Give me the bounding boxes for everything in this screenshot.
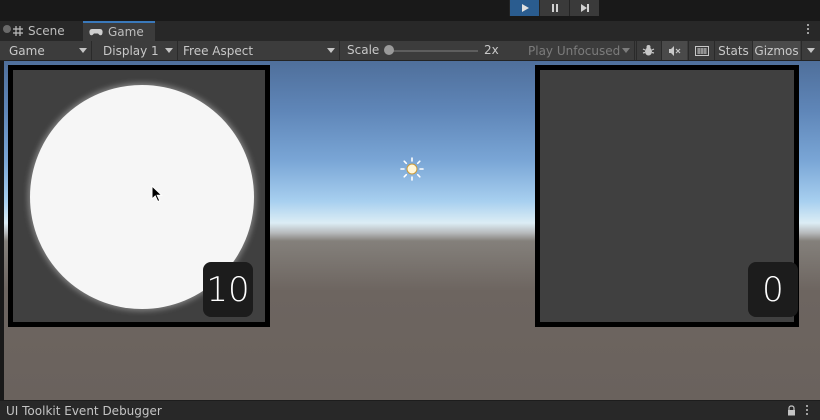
pause-button[interactable] bbox=[539, 0, 569, 16]
chevron-down-icon bbox=[622, 48, 630, 53]
play-controls bbox=[509, 0, 599, 16]
tab-handle-icon bbox=[3, 25, 11, 33]
game-toolbar: Game Display 1 Free Aspect Scale 2x Play… bbox=[0, 41, 820, 61]
keyboard-shortcuts-button[interactable] bbox=[688, 41, 714, 60]
tab-game-label: Game bbox=[108, 25, 144, 39]
left-counter: 10 bbox=[203, 262, 253, 317]
step-button[interactable] bbox=[569, 0, 599, 16]
chevron-down-icon bbox=[165, 48, 173, 53]
left-panel[interactable]: 10 bbox=[8, 65, 270, 327]
view-select[interactable]: Game bbox=[4, 41, 92, 60]
chevron-down-icon bbox=[327, 48, 335, 53]
keyboard-icon bbox=[694, 45, 709, 56]
gamepad-icon bbox=[89, 28, 103, 37]
scene-grid-icon bbox=[13, 26, 23, 36]
chevron-down-icon bbox=[79, 48, 87, 53]
play-icon bbox=[521, 4, 529, 12]
stats-label: Stats bbox=[718, 43, 749, 58]
tab-game[interactable]: Game bbox=[83, 21, 155, 41]
step-icon bbox=[580, 4, 589, 12]
aspect-select-value: Free Aspect bbox=[183, 43, 254, 58]
right-counter: 0 bbox=[748, 262, 798, 317]
tab-bar: Scene Game bbox=[0, 21, 820, 41]
mute-audio-button[interactable] bbox=[661, 41, 687, 60]
bottom-panel-tab[interactable]: UI Toolkit Event Debugger bbox=[0, 400, 820, 420]
chevron-down-icon bbox=[807, 48, 815, 53]
aspect-select[interactable]: Free Aspect bbox=[178, 41, 340, 60]
tab-scene[interactable]: Scene bbox=[0, 21, 80, 41]
bottom-menu-icon[interactable] bbox=[806, 405, 810, 417]
play-mode-select-value: Play Unfocused bbox=[528, 43, 621, 58]
game-view[interactable]: 10 0 bbox=[4, 61, 820, 400]
stats-button[interactable]: Stats bbox=[714, 41, 752, 60]
play-mode-select[interactable]: Play Unfocused bbox=[523, 41, 635, 60]
scale-slider-handle[interactable] bbox=[384, 45, 394, 55]
play-button[interactable] bbox=[509, 0, 539, 16]
lock-icon[interactable] bbox=[787, 405, 796, 416]
gizmos-button[interactable]: Gizmos bbox=[752, 41, 800, 60]
bug-icon bbox=[642, 45, 655, 56]
top-strip bbox=[0, 0, 820, 19]
bug-button[interactable] bbox=[636, 41, 660, 60]
gizmos-dropdown[interactable] bbox=[801, 41, 820, 60]
tab-menu-icon[interactable] bbox=[807, 24, 811, 36]
scale-slider-track[interactable] bbox=[388, 50, 478, 52]
pause-icon bbox=[551, 4, 558, 12]
display-select[interactable]: Display 1 bbox=[98, 41, 178, 60]
gizmos-label: Gizmos bbox=[754, 43, 799, 58]
mute-icon bbox=[669, 45, 681, 56]
bottom-panel-title: UI Toolkit Event Debugger bbox=[6, 404, 162, 418]
cursor-icon bbox=[151, 185, 163, 203]
display-select-value: Display 1 bbox=[103, 43, 159, 58]
scale-label: Scale bbox=[347, 43, 380, 57]
scale-value: 2x bbox=[484, 43, 499, 57]
right-panel[interactable]: 0 bbox=[535, 65, 799, 327]
view-select-value: Game bbox=[9, 43, 45, 58]
tab-scene-label: Scene bbox=[28, 24, 65, 38]
sun-icon bbox=[400, 157, 424, 181]
